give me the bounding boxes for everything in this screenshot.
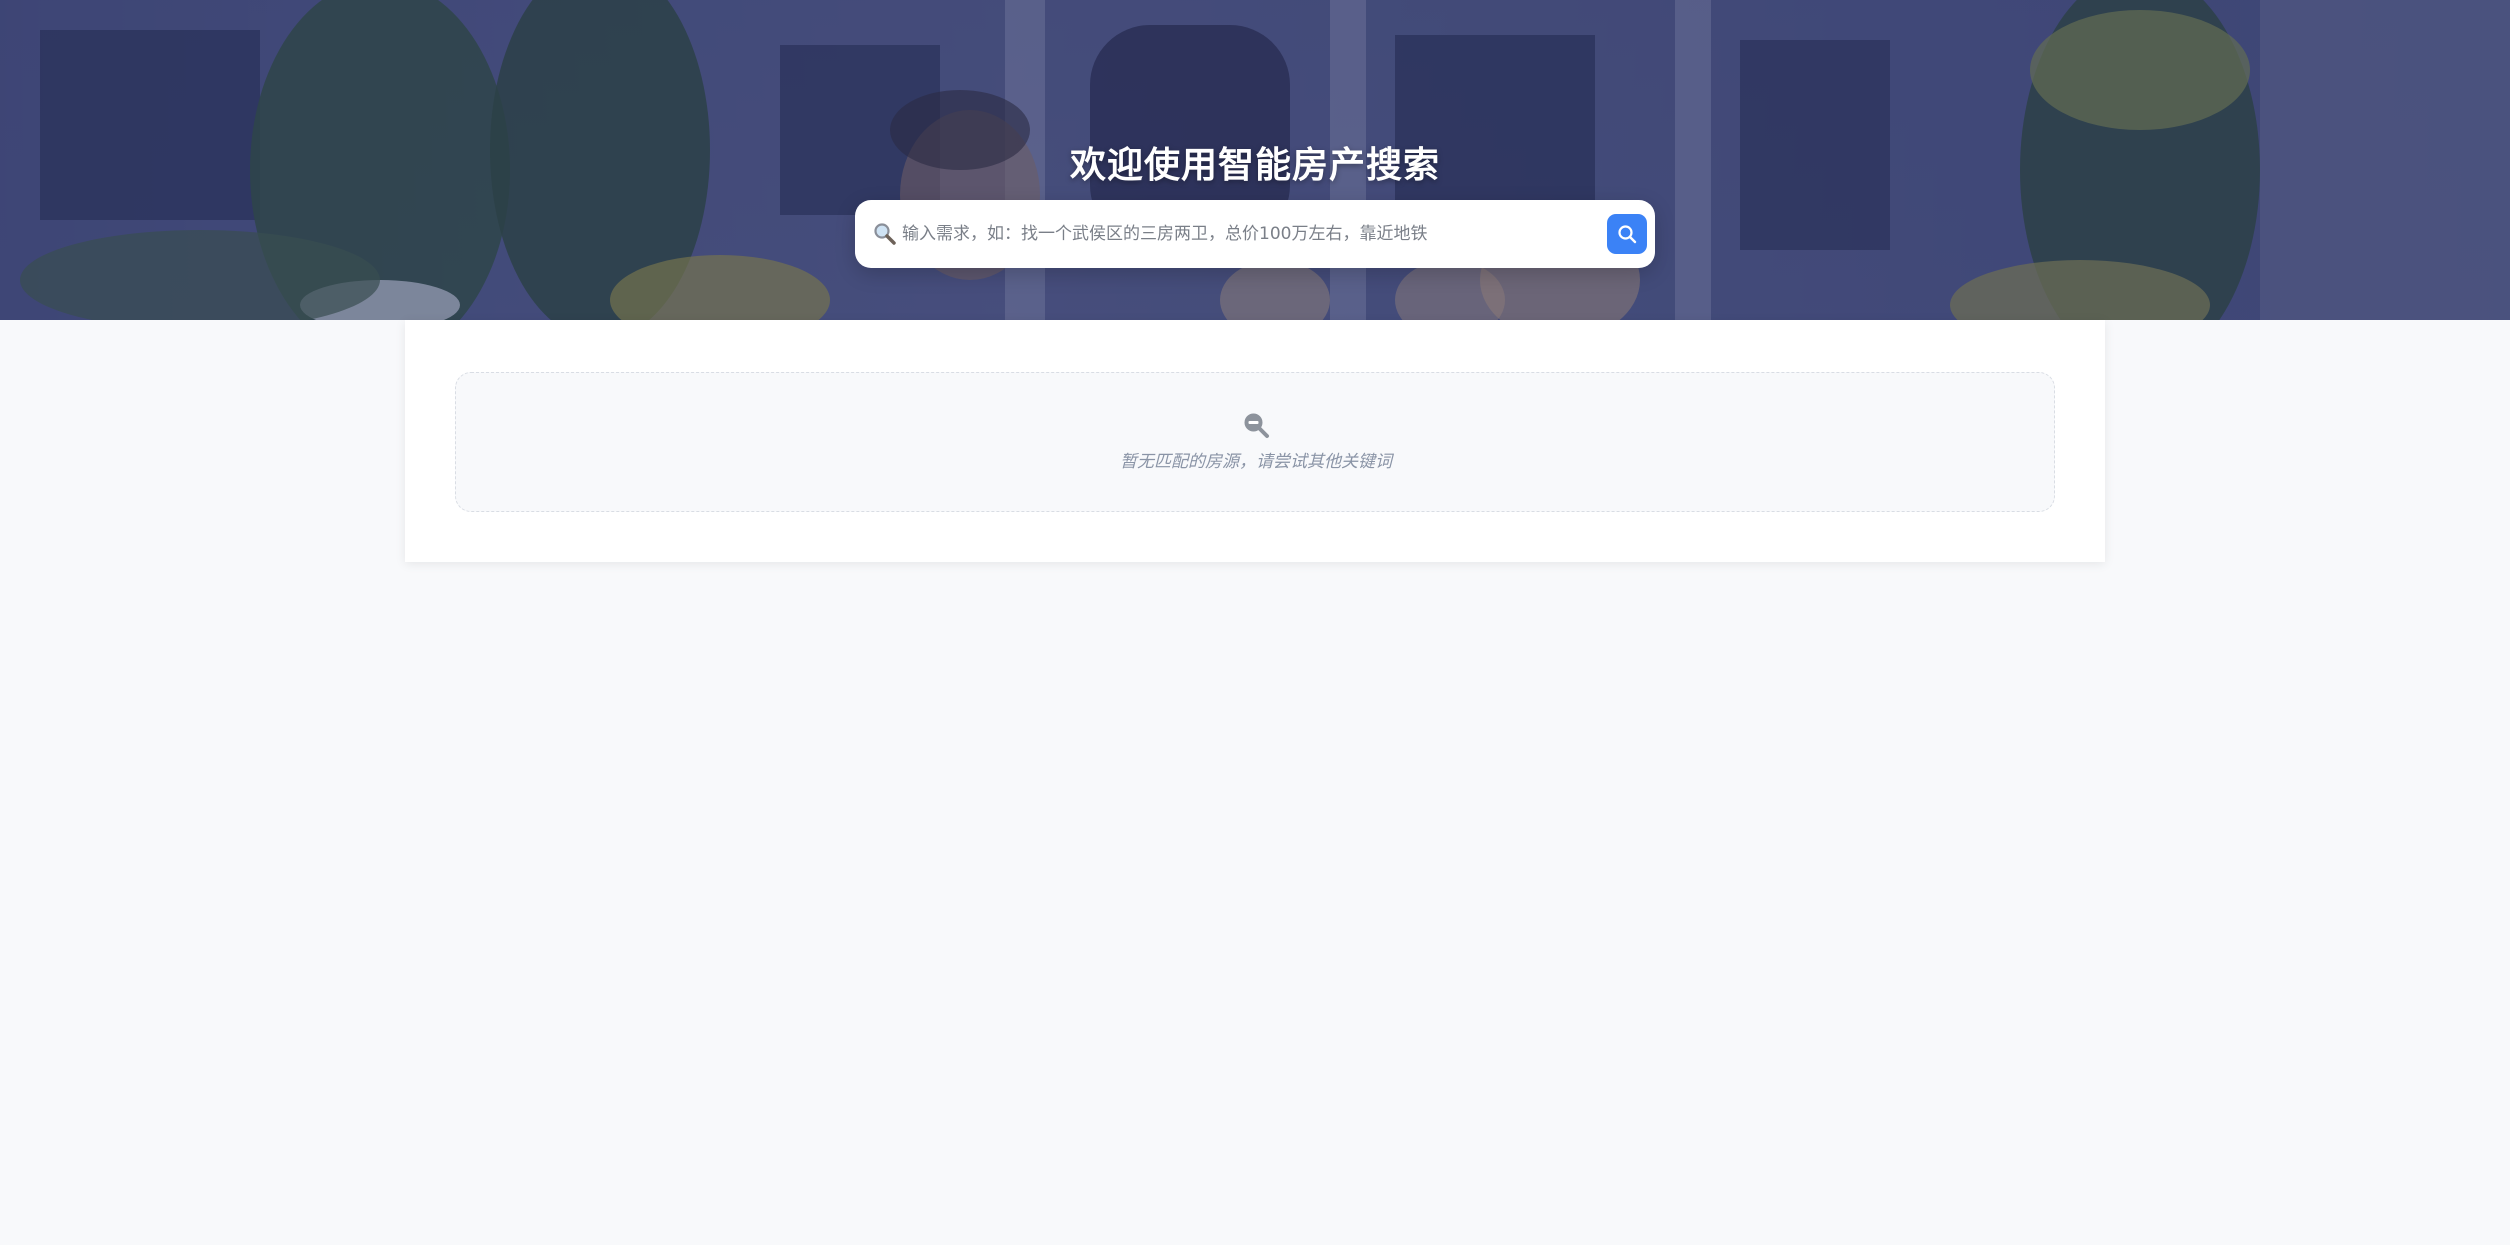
hero-banner: 欢迎使用智能房产搜索 <box>0 0 2510 320</box>
magnifier-emoji-icon <box>874 223 896 245</box>
empty-message: 暂无匹配的房源，请尝试其他关键词 <box>1120 452 1392 472</box>
zoom-out-icon <box>1244 413 1269 438</box>
search-button[interactable] <box>1607 214 1647 254</box>
search-input[interactable] <box>902 214 1442 254</box>
results-panel: 暂无匹配的房源，请尝试其他关键词 <box>405 320 2105 562</box>
page-title: 欢迎使用智能房产搜索 <box>1069 145 1440 186</box>
search-bar <box>855 200 1655 268</box>
search-icon <box>1618 225 1637 244</box>
empty-state: 暂无匹配的房源，请尝试其他关键词 <box>455 372 2055 512</box>
